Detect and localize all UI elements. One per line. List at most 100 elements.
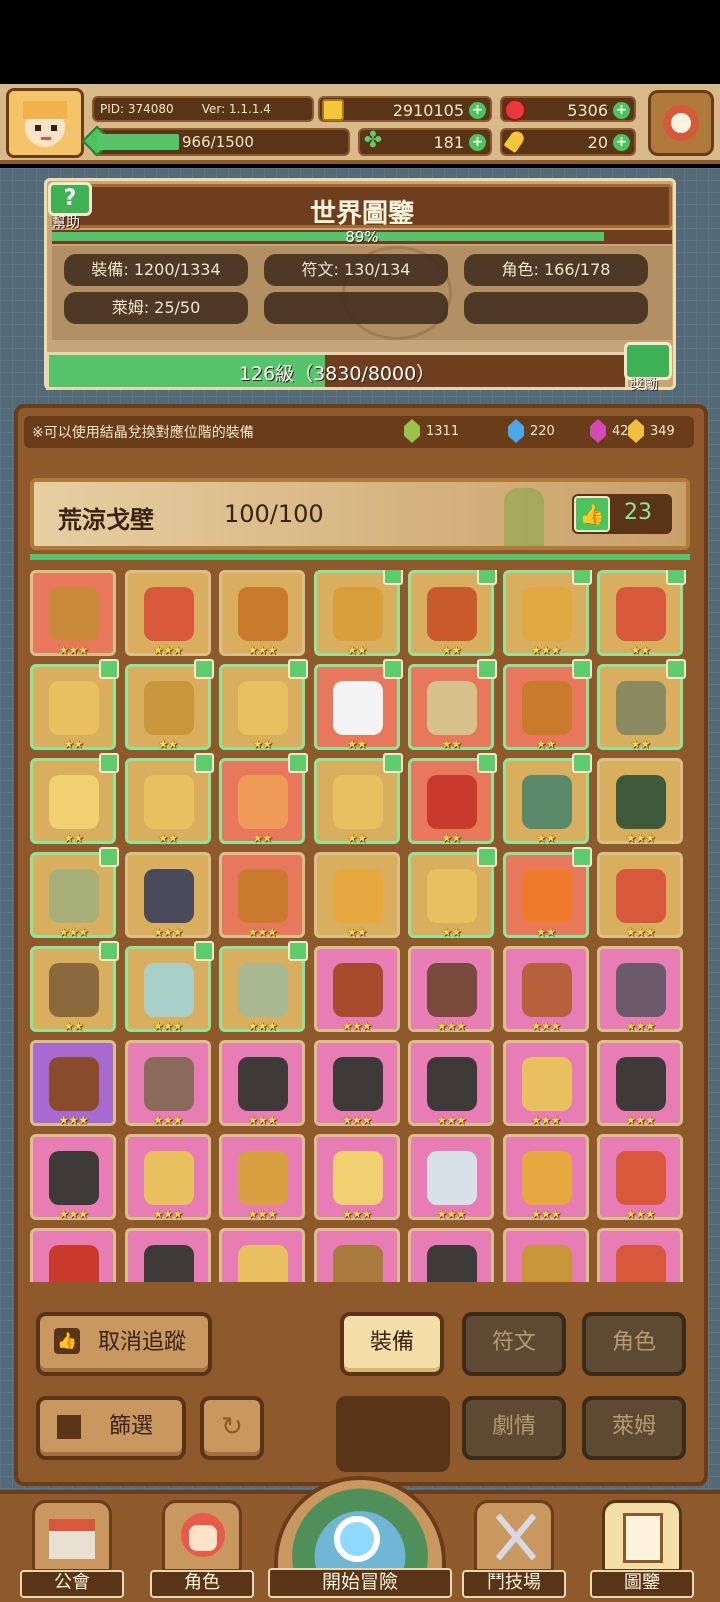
equipment-cell[interactable]	[124, 1228, 211, 1282]
equipment-cell[interactable]: ★★★	[124, 1134, 211, 1221]
equipment-cell[interactable]: ★★	[597, 570, 686, 657]
equipment-cell[interactable]: ★★★	[408, 1134, 494, 1221]
add-gold-button[interactable]: +	[469, 102, 486, 119]
equipment-cell[interactable]: ★★	[30, 659, 119, 751]
equipment-cell[interactable]: ★★★	[219, 852, 305, 939]
equipment-cell[interactable]: ★★★	[502, 946, 589, 1033]
equipment-cell[interactable]: ★★★	[502, 1040, 589, 1127]
equipment-item-icon	[143, 1151, 194, 1205]
equipment-cell[interactable]	[313, 1228, 400, 1282]
equipment-cell[interactable]: ★★	[313, 753, 403, 845]
equipment-cell[interactable]	[30, 1228, 116, 1282]
star-rating: ★★★	[341, 1207, 372, 1221]
equipment-item-icon	[143, 587, 194, 641]
nav-arena[interactable]: 鬥技場	[462, 1492, 566, 1600]
equipment-item-icon	[49, 775, 99, 829]
star-rating: ★★★	[247, 1113, 277, 1127]
equipment-cell[interactable]: ★★	[408, 753, 497, 845]
key-icon	[503, 128, 527, 154]
equipment-cell[interactable]: ★★	[124, 659, 214, 751]
equipment-cell[interactable]: ★★★	[30, 1134, 116, 1221]
reset-button[interactable]: ↻	[200, 1396, 264, 1460]
tracked-thumb-icon	[477, 753, 497, 773]
equipment-cell[interactable]: ★★	[502, 847, 592, 939]
star-rating: ★★	[630, 737, 651, 751]
nav-guild[interactable]: 公會	[20, 1492, 124, 1600]
equipment-cell[interactable]: ★★★	[597, 852, 683, 939]
equipment-cell[interactable]: ★★★	[313, 1134, 400, 1221]
equipment-cell[interactable]: ★★	[30, 753, 119, 845]
equipment-cell[interactable]	[597, 1228, 683, 1282]
equipment-cell[interactable]: ★★★	[30, 1040, 116, 1127]
equipment-item-icon	[332, 681, 383, 735]
nav-codex[interactable]: 圖鑒	[590, 1492, 694, 1600]
tab-slimes[interactable]: 萊姆	[582, 1396, 686, 1460]
star-rating: ★★	[535, 831, 557, 845]
equipment-cell[interactable]: ★★★	[313, 1040, 400, 1127]
add-key-button[interactable]: +	[613, 134, 630, 151]
equipment-cell[interactable]: ★★	[408, 659, 497, 751]
equipment-cell[interactable]: ★★	[502, 659, 592, 751]
equipment-cell[interactable]: ★★★	[597, 1134, 683, 1221]
settings-button[interactable]	[648, 90, 714, 156]
reward-button[interactable]: 獎勵	[622, 342, 674, 394]
equipment-cell[interactable]: ★★	[502, 753, 592, 845]
equipment-item-icon	[521, 963, 572, 1017]
equipment-cell[interactable]: ★★	[597, 659, 686, 751]
equipment-cell[interactable]: ★★★	[30, 570, 116, 657]
equipment-cell[interactable]: ★★	[124, 753, 214, 845]
equipment-cell[interactable]	[408, 1228, 494, 1282]
equipment-cell[interactable]: ★★★	[124, 852, 211, 939]
tab-equipment[interactable]: 裝備	[340, 1312, 444, 1376]
add-clover-button[interactable]: +	[469, 134, 486, 151]
equipment-cell[interactable]: ★★★	[408, 1040, 494, 1127]
equipment-cell[interactable]: ★★★	[313, 946, 400, 1033]
equipment-cell[interactable]: ★★★	[408, 946, 494, 1033]
equipment-cell[interactable]: ★★★	[124, 570, 211, 657]
equipment-cell[interactable]: ★★	[219, 753, 308, 845]
equipment-cell[interactable]: ★★	[313, 570, 403, 657]
equipment-cell[interactable]: ★★★	[219, 941, 308, 1033]
filter-button[interactable]: 篩選	[36, 1396, 186, 1460]
equipment-item-icon	[616, 1057, 666, 1111]
equipment-item-icon	[143, 963, 194, 1017]
equipment-cell[interactable]	[502, 1228, 589, 1282]
add-ruby-button[interactable]: +	[613, 102, 630, 119]
purple-crystal-icon	[590, 419, 606, 443]
player-avatar[interactable]	[6, 88, 84, 158]
untrack-button[interactable]: 👍 取消追蹤	[36, 1312, 212, 1376]
equipment-cell[interactable]: ★★	[30, 941, 119, 1033]
green-crystal-icon	[404, 419, 420, 443]
equipment-cell[interactable]: ★★★	[219, 1040, 305, 1127]
equipment-cell[interactable]: ★★★	[597, 946, 683, 1033]
equipment-cell[interactable]: ★★★	[502, 1134, 589, 1221]
nav-start-adventure[interactable]: 開始冒險	[268, 1476, 452, 1602]
nav-character[interactable]: 角色	[150, 1492, 254, 1600]
tab-runes[interactable]: 符文	[462, 1312, 566, 1376]
equipment-cell[interactable]: ★★★	[597, 1040, 683, 1127]
help-button[interactable]: ? 幫助	[48, 182, 92, 232]
equipment-cell[interactable]: ★★★	[502, 570, 592, 657]
equipment-item-icon	[238, 775, 288, 829]
equipment-cell[interactable]: ★★	[313, 852, 400, 939]
equipment-cell[interactable]: ★★	[219, 659, 308, 751]
equipment-cell[interactable]: ★★	[313, 659, 403, 751]
equipment-cell[interactable]: ★★★	[124, 941, 214, 1033]
star-rating: ★★	[441, 925, 462, 939]
equipment-item-icon	[49, 1151, 99, 1205]
star-rating: ★★	[346, 643, 368, 657]
equipment-cell[interactable]: ★★★	[30, 847, 119, 939]
equipment-item-icon	[427, 1151, 477, 1205]
area-banner[interactable]: 荒涼戈壁 100/100 👍 23	[30, 478, 690, 550]
equipment-cell[interactable]: ★★	[408, 847, 497, 939]
equipment-cell[interactable]: ★★	[408, 570, 497, 657]
tab-story[interactable]: 劇情	[462, 1396, 566, 1460]
equipment-item-icon	[427, 681, 477, 735]
equipment-cell[interactable]: ★★★	[219, 570, 305, 657]
equipment-cell[interactable]: ★★★	[219, 1134, 305, 1221]
tab-characters[interactable]: 角色	[582, 1312, 686, 1376]
equipment-cell[interactable]	[219, 1228, 305, 1282]
equipment-cell[interactable]: ★★★	[597, 758, 683, 845]
equipment-cell[interactable]: ★★★	[124, 1040, 211, 1127]
tracked-thumb-icon	[193, 659, 214, 679]
